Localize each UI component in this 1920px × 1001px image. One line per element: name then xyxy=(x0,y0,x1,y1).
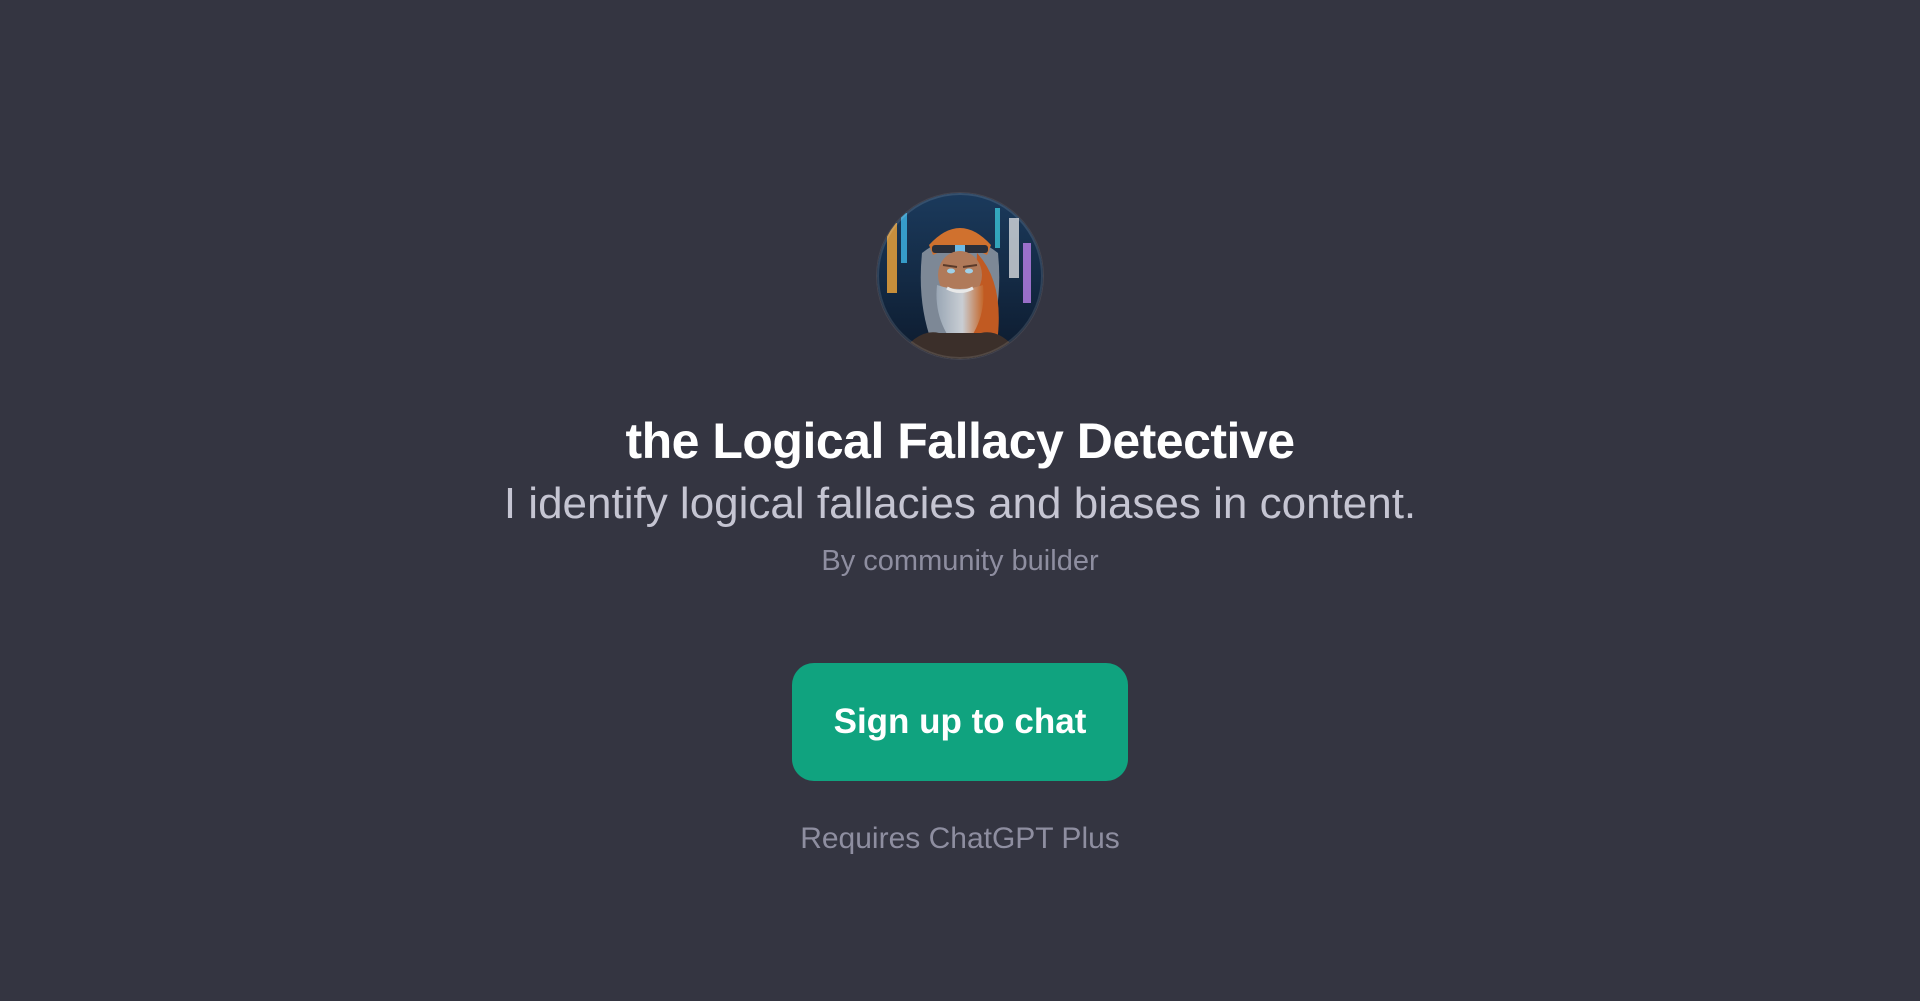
gpt-description: I identify logical fallacies and biases … xyxy=(503,479,1417,528)
requirement-note: Requires ChatGPT Plus xyxy=(800,822,1120,855)
sign-up-to-chat-button[interactable]: Sign up to chat xyxy=(792,663,1128,781)
gpt-landing-page: the Logical Fallacy Detective I identify… xyxy=(0,0,1920,1001)
gpt-title: the Logical Fallacy Detective xyxy=(625,413,1295,469)
bearded-detective-portrait-icon xyxy=(877,193,1043,359)
gpt-author: By community builder xyxy=(821,545,1099,577)
gpt-avatar xyxy=(877,193,1043,359)
